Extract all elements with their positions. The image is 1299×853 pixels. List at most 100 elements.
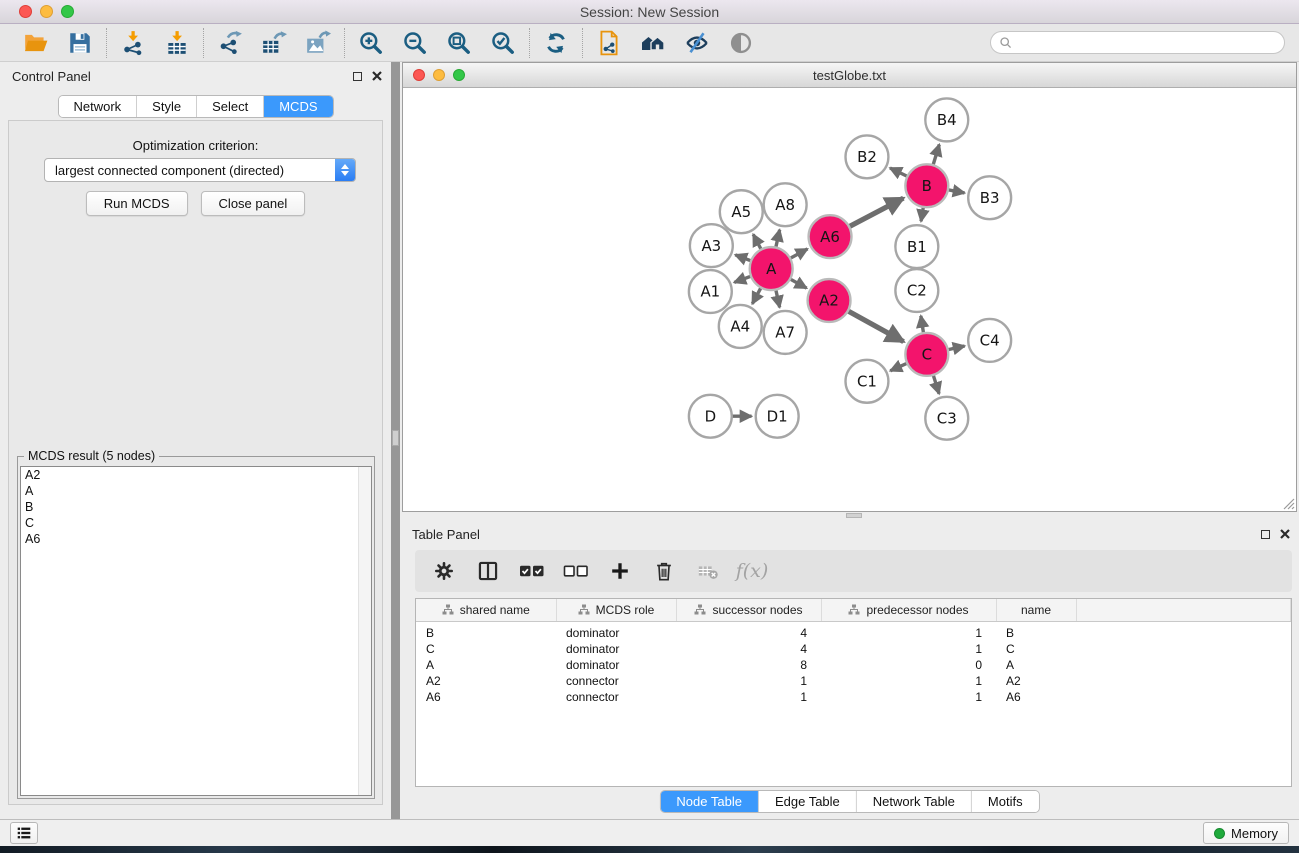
task-history-button[interactable] [10, 822, 38, 844]
column-header-MCDS-role[interactable]: MCDS role [556, 599, 676, 621]
add-column-button[interactable] [607, 558, 633, 584]
tab-network-table[interactable]: Network Table [857, 791, 972, 812]
column-header-name[interactable]: name [996, 599, 1076, 621]
float-panel-icon[interactable] [1261, 530, 1270, 539]
select-all-button[interactable] [519, 558, 545, 584]
mcds-result-item[interactable]: A6 [21, 531, 371, 547]
resize-grip-icon[interactable] [1281, 496, 1295, 510]
node-C[interactable]: C [905, 333, 948, 376]
zoom-in-button[interactable] [354, 28, 388, 58]
table-row[interactable]: A6connector11A6 [416, 689, 1291, 705]
network-canvas[interactable]: B4 B2 B B3 A8A5 A6 A3 B1 A A1 C2 A2 A4A7 C4 C C1 D D1 C3 [403, 88, 1296, 511]
close-view-button[interactable] [413, 69, 425, 81]
table-row[interactable]: Adominator80A [416, 657, 1291, 673]
divider-grip[interactable] [392, 430, 399, 446]
zoom-out-button[interactable] [398, 28, 432, 58]
zoom-view-button[interactable] [453, 69, 465, 81]
node-A5[interactable]: A5 [720, 190, 763, 233]
show-graphics-details-button[interactable] [724, 28, 758, 58]
tab-edge-table[interactable]: Edge Table [759, 791, 857, 812]
node-B1[interactable]: B1 [895, 225, 938, 268]
export-network-button[interactable] [213, 28, 247, 58]
scrollbar-track[interactable] [358, 467, 371, 795]
export-table-button[interactable] [257, 28, 291, 58]
table-row[interactable]: Bdominator41B [416, 621, 1291, 641]
search-field[interactable] [990, 31, 1285, 54]
node-label: A6 [820, 228, 840, 246]
close-panel-button[interactable]: Close panel [201, 191, 306, 216]
node-A4[interactable]: A4 [719, 305, 762, 348]
float-panel-icon[interactable] [353, 72, 362, 81]
show-column-button[interactable] [475, 558, 501, 584]
table-row[interactable]: Cdominator41C [416, 641, 1291, 657]
panel-split-divider[interactable] [391, 62, 400, 819]
mcds-result-item[interactable]: A2 [21, 467, 371, 483]
node-C1[interactable]: C1 [846, 360, 889, 403]
open-session-button[interactable] [19, 28, 53, 58]
export-image-button[interactable] [301, 28, 335, 58]
home-button[interactable] [636, 28, 670, 58]
table-row[interactable]: A2connector11A2 [416, 673, 1291, 689]
node-B3[interactable]: B3 [968, 176, 1011, 219]
tab-select[interactable]: Select [197, 96, 264, 117]
table-split-divider[interactable] [400, 512, 1299, 519]
close-panel-icon[interactable] [1280, 529, 1290, 539]
table-panel-title: Table Panel [412, 527, 480, 542]
node-A6[interactable]: A6 [809, 215, 852, 258]
node-A8[interactable]: A8 [764, 183, 807, 226]
mcds-result-list[interactable]: A2ABCA6 [20, 466, 372, 796]
close-panel-icon[interactable] [372, 71, 382, 81]
zoom-fit-button[interactable] [442, 28, 476, 58]
column-header-shared-name[interactable]: shared name [416, 599, 556, 621]
divider-grip[interactable] [846, 513, 862, 518]
hide-graphics-details-button[interactable] [680, 28, 714, 58]
node-A3[interactable]: A3 [690, 224, 733, 267]
refresh-network-button[interactable] [539, 28, 573, 58]
tab-motifs[interactable]: Motifs [972, 791, 1039, 812]
delete-column-button[interactable] [651, 558, 677, 584]
run-mcds-button[interactable]: Run MCDS [86, 191, 188, 216]
zoom-window-button[interactable] [61, 5, 74, 18]
save-session-button[interactable] [63, 28, 97, 58]
tab-style[interactable]: Style [137, 96, 197, 117]
table-cell: C [996, 641, 1076, 657]
mcds-result-item[interactable]: C [21, 515, 371, 531]
node-A2[interactable]: A2 [808, 279, 851, 322]
node-C3[interactable]: C3 [925, 397, 968, 440]
tab-network[interactable]: Network [58, 96, 137, 117]
search-input[interactable] [1018, 36, 1276, 50]
node-D1[interactable]: D1 [756, 395, 799, 438]
node-B[interactable]: B [905, 164, 948, 207]
mcds-result-item[interactable]: A [21, 483, 371, 499]
network-window-titlebar[interactable]: testGlobe.txt [403, 63, 1296, 88]
minimize-view-button[interactable] [433, 69, 445, 81]
close-window-button[interactable] [19, 5, 32, 18]
import-network-button[interactable] [116, 28, 150, 58]
node-C2[interactable]: C2 [895, 269, 938, 312]
zoom-selected-button[interactable] [486, 28, 520, 58]
node-B2[interactable]: B2 [846, 135, 889, 178]
memory-button[interactable]: Memory [1203, 822, 1289, 844]
node-B4[interactable]: B4 [925, 98, 968, 141]
unselect-all-button[interactable] [563, 558, 589, 584]
node-C4[interactable]: C4 [968, 319, 1011, 362]
mcds-result-item[interactable]: B [21, 499, 371, 515]
table-settings-icon [433, 560, 455, 582]
function-builder-button[interactable]: f(x) [739, 558, 765, 584]
tab-mcds[interactable]: MCDS [264, 96, 332, 117]
node-table[interactable]: shared nameMCDS rolesuccessor nodesprede… [415, 598, 1292, 787]
delete-table-button[interactable] [695, 558, 721, 584]
table-settings-button[interactable] [431, 558, 457, 584]
node-A1[interactable]: A1 [689, 270, 732, 313]
minimize-window-button[interactable] [40, 5, 53, 18]
network-graph[interactable]: B4 B2 B B3 A8A5 A6 A3 B1 A A1 C2 A2 A4A7 C4 C C1 D D1 C3 [403, 88, 1296, 511]
optimization-criterion-select[interactable]: largest connected component (directed) [44, 158, 356, 182]
tab-node-table[interactable]: Node Table [660, 791, 759, 812]
import-table-button[interactable] [160, 28, 194, 58]
column-header-predecessor-nodes[interactable]: predecessor nodes [821, 599, 996, 621]
column-header-successor-nodes[interactable]: successor nodes [676, 599, 821, 621]
node-A[interactable]: A [750, 247, 793, 290]
node-A7[interactable]: A7 [764, 311, 807, 354]
node-D[interactable]: D [689, 395, 732, 438]
network-from-selection-button[interactable] [592, 28, 626, 58]
